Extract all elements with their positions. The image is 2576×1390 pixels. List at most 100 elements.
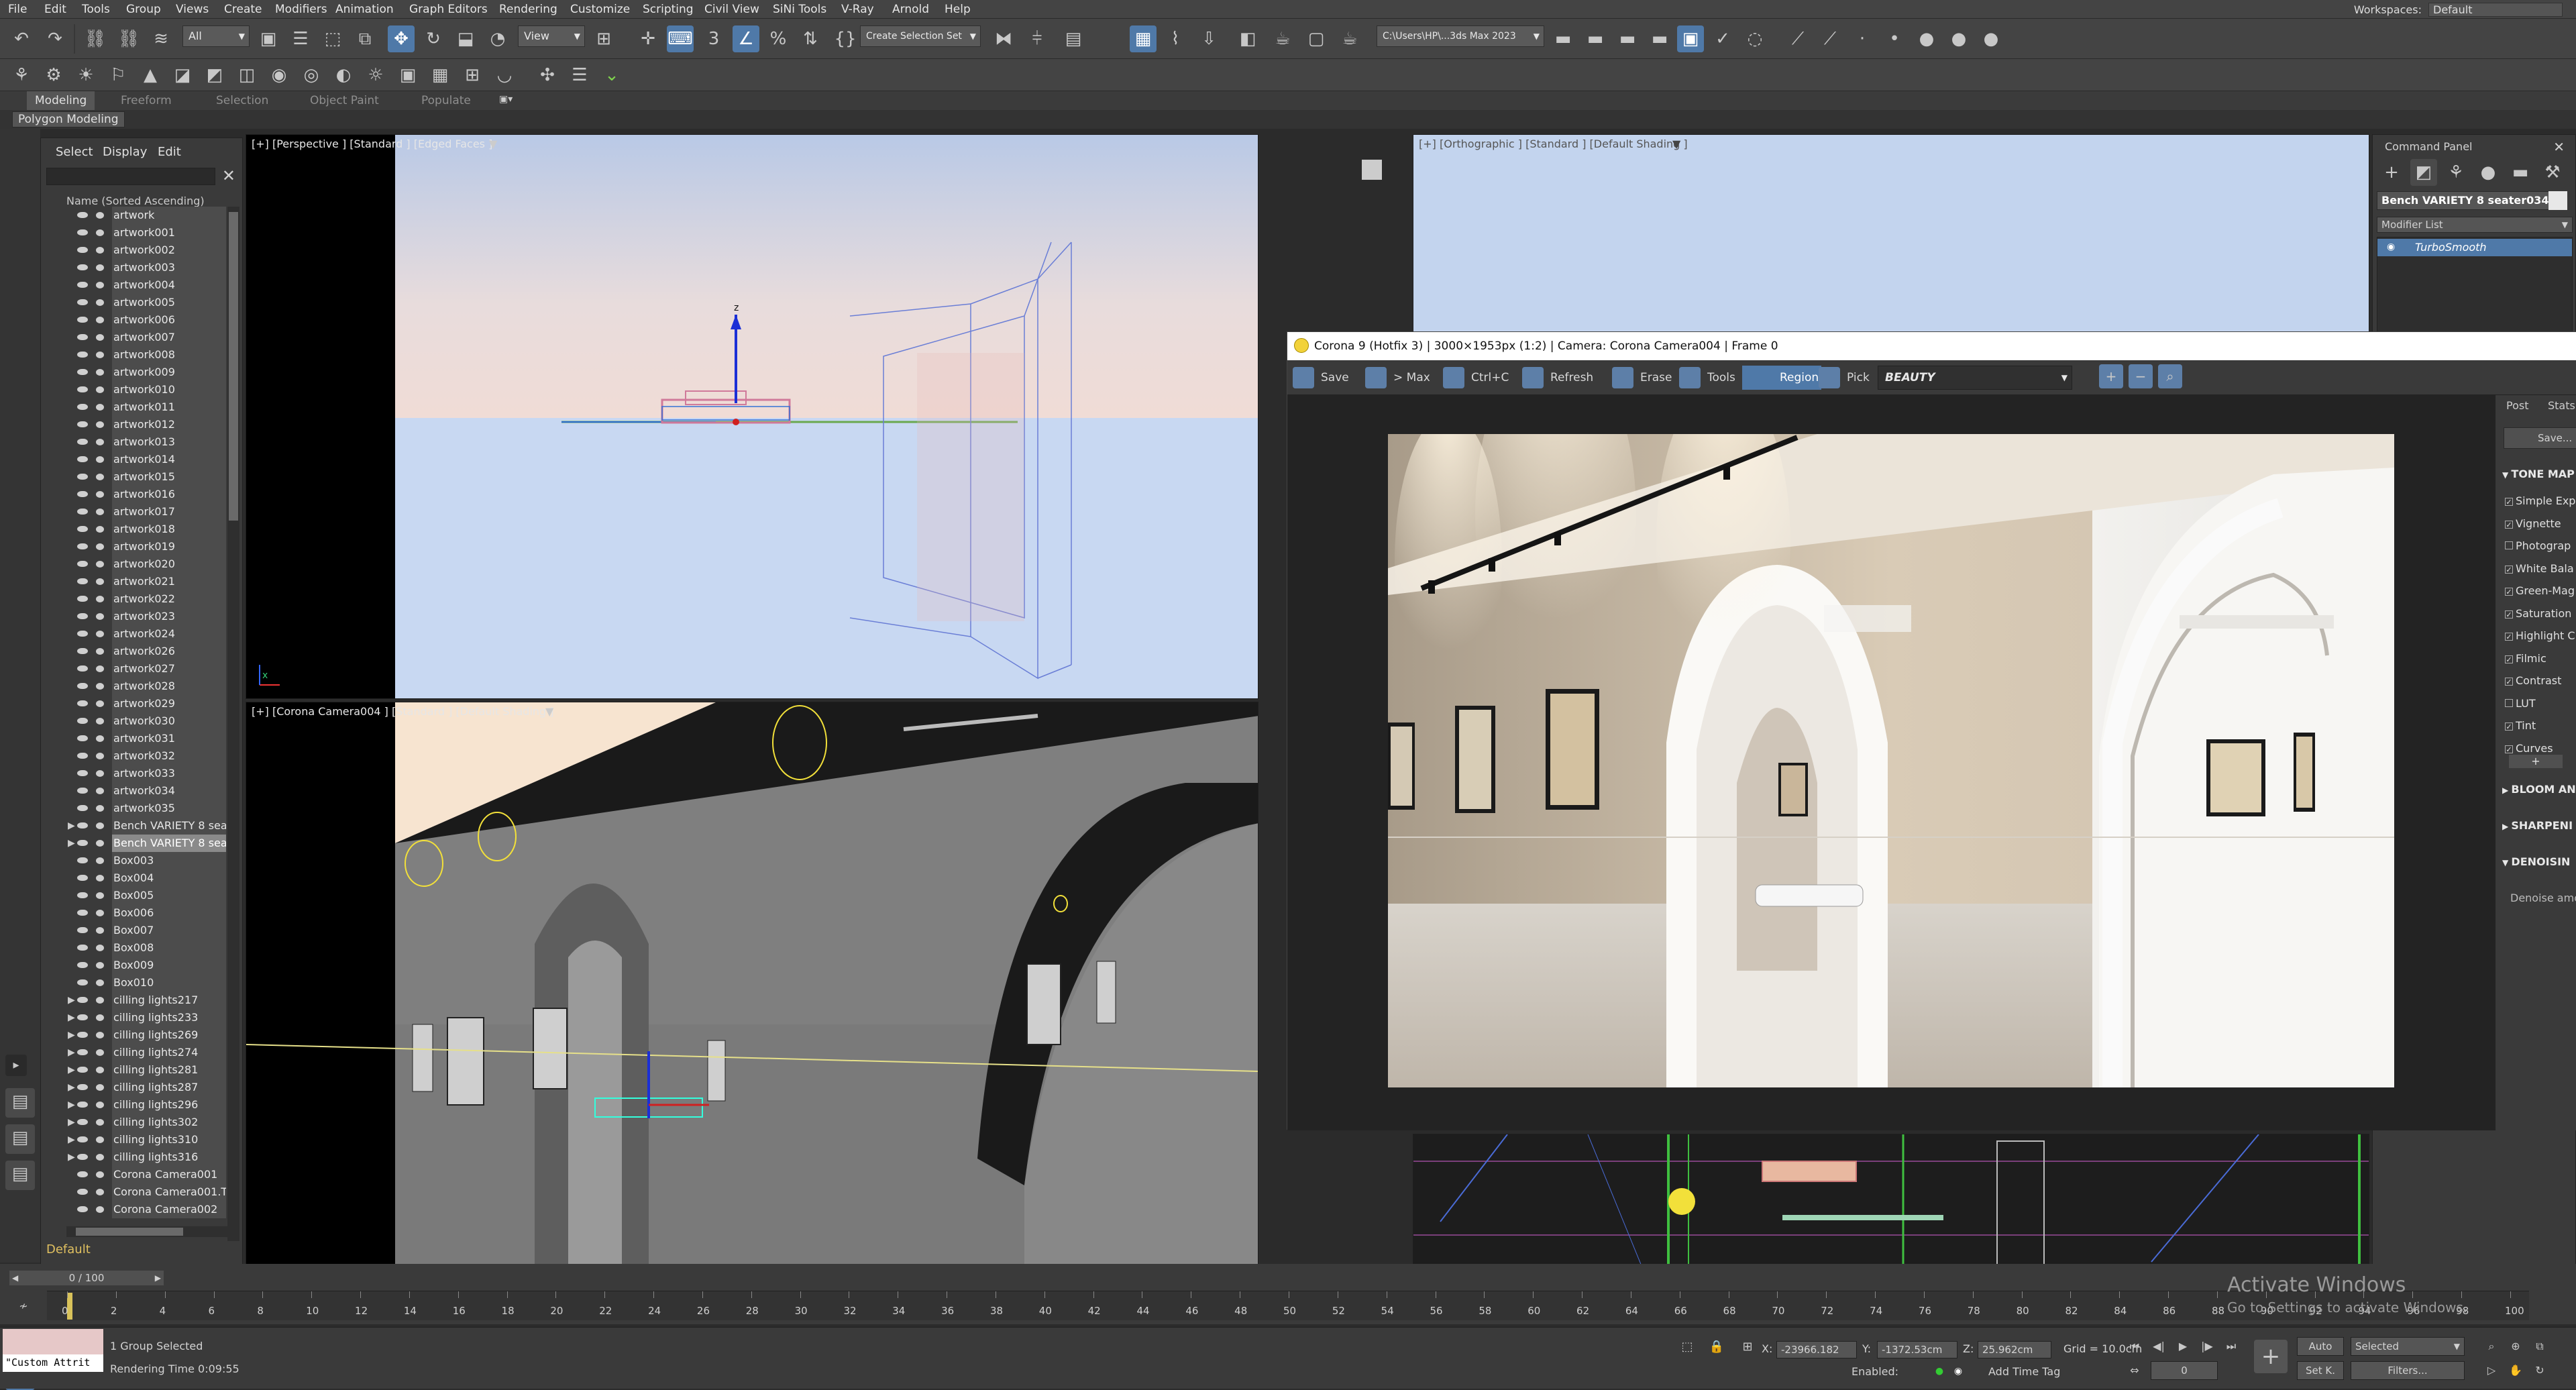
time-tag-icon[interactable]: ◉	[1951, 1364, 1966, 1379]
eye-icon[interactable]	[77, 421, 88, 427]
object-name[interactable]: Box009	[112, 957, 226, 974]
expand-icon[interactable]: ▶	[68, 1079, 75, 1096]
render-toggle-icon[interactable]	[96, 805, 104, 812]
render-toggle-icon[interactable]	[96, 1102, 104, 1108]
eye-icon[interactable]	[77, 1014, 88, 1020]
object-name[interactable]: cilling lights310	[112, 1131, 226, 1148]
bones-icon[interactable]: ⚙	[40, 62, 67, 89]
render-toggle-icon[interactable]	[96, 753, 104, 759]
list-item[interactable]: artwork033	[42, 765, 226, 782]
hierarchy-icon[interactable]: ⚘	[8, 62, 35, 89]
object-name[interactable]: artwork017	[112, 503, 226, 521]
object-name[interactable]: artwork030	[112, 712, 226, 730]
list-item[interactable]: artwork018	[42, 521, 226, 538]
list-item[interactable]: artwork027	[42, 660, 226, 678]
render-production-icon[interactable]: ☕	[1336, 25, 1363, 52]
eye-icon[interactable]	[77, 543, 88, 549]
object-name[interactable]: artwork021	[112, 573, 226, 590]
set-key-icon[interactable]: +	[2254, 1340, 2288, 1373]
object-name[interactable]: artwork034	[112, 782, 226, 800]
expand-icon[interactable]: ▶	[68, 1131, 75, 1148]
eye-icon[interactable]	[77, 1171, 88, 1177]
list-item[interactable]: artwork023	[42, 608, 226, 625]
render-icon[interactable]: ◎	[298, 62, 325, 89]
spinner-snap-icon[interactable]: ⇅	[797, 25, 824, 52]
key-filter-dropdown[interactable]: Selected ▼	[2351, 1337, 2465, 1356]
list-item[interactable]: Box006	[42, 904, 226, 922]
list-item[interactable]: artwork002	[42, 242, 226, 259]
scale-icon[interactable]: ⬓	[452, 25, 479, 52]
undo-icon[interactable]: ↶	[8, 25, 35, 52]
maxscript-listener-pink[interactable]	[3, 1329, 103, 1356]
rect-selection-icon[interactable]: ⬚	[319, 25, 346, 52]
object-name[interactable]: cilling lights287	[112, 1079, 226, 1096]
eye-icon[interactable]	[77, 1154, 88, 1160]
key-filters-button[interactable]: Filters...	[2351, 1361, 2465, 1380]
list-item[interactable]: ▶ cilling lights302	[42, 1114, 226, 1131]
move-icon[interactable]: ✥	[388, 25, 415, 52]
tone-operator-item[interactable]: ✓ Simple Exp	[2505, 494, 2575, 507]
eye-icon[interactable]	[77, 962, 88, 968]
viewport-top[interactable]	[1413, 1134, 2369, 1265]
tone-mapping-header[interactable]: ▼ TONE MAP	[2502, 468, 2575, 480]
dot-small-icon[interactable]: ·	[1849, 25, 1876, 52]
vfb-tab-stats[interactable]: Stats	[2548, 399, 2575, 412]
menu-edit[interactable]: Edit	[44, 3, 66, 16]
object-name[interactable]: Box010	[112, 974, 226, 992]
display-icon[interactable]: ◫	[233, 62, 260, 89]
z-coordinate-field[interactable]: 25.962cm	[1978, 1341, 2051, 1358]
object-name[interactable]: artwork002	[112, 242, 226, 259]
eye-icon[interactable]	[77, 474, 88, 480]
circle-1-icon[interactable]: ●	[1913, 25, 1940, 52]
play-arrow-icon[interactable]: ▸	[5, 1055, 27, 1076]
folder-link-icon[interactable]: ▬	[1646, 25, 1673, 52]
vfb-tomax-button[interactable]: > Max	[1365, 367, 1430, 388]
object-name[interactable]: artwork031	[112, 730, 226, 747]
expand-icon[interactable]: ▶	[68, 1114, 75, 1131]
select-by-name-icon[interactable]: ☰	[287, 25, 314, 52]
eye-icon[interactable]	[77, 334, 88, 340]
eye-icon[interactable]	[77, 299, 88, 305]
menu-sini-tools[interactable]: SiNi Tools	[773, 3, 826, 16]
list-item[interactable]: artwork016	[42, 486, 226, 503]
render-toggle-icon[interactable]	[96, 212, 104, 219]
zoom-icon[interactable]: ⌕	[2482, 1337, 2501, 1356]
expand-icon[interactable]: ▶	[68, 1044, 75, 1061]
object-name[interactable]: cilling lights316	[112, 1148, 226, 1166]
layout-icon[interactable]: ⊞	[459, 62, 486, 89]
list-item[interactable]: artwork004	[42, 276, 226, 294]
menu-file[interactable]: File	[8, 3, 27, 16]
list-item[interactable]: artwork010	[42, 381, 226, 398]
list-item[interactable]: artwork013	[42, 433, 226, 451]
circle-2-icon[interactable]: ●	[1945, 25, 1972, 52]
render-toggle-icon[interactable]	[96, 700, 104, 707]
list-item[interactable]: artwork003	[42, 259, 226, 276]
viewport-orthographic[interactable]: [+] [Orthographic ] [Standard ] [Default…	[1413, 134, 2369, 333]
list-item[interactable]: ▶ cilling lights316	[42, 1148, 226, 1166]
tone-operator-item[interactable]: ✓ Contrast	[2505, 674, 2561, 687]
eye-icon[interactable]	[77, 997, 88, 1003]
modifier-icon[interactable]: ◪	[169, 62, 196, 89]
render-toggle-icon[interactable]	[96, 299, 104, 306]
render-toggle-icon[interactable]	[96, 631, 104, 637]
link-icon[interactable]: ⛓	[82, 25, 109, 52]
percent-snap-icon[interactable]: %	[765, 25, 792, 52]
angle-snap-icon[interactable]: ∠	[733, 25, 759, 52]
vfb-side-save-button[interactable]: Save...	[2504, 427, 2576, 449]
eye-icon[interactable]	[77, 631, 88, 637]
render-toggle-icon[interactable]	[96, 857, 104, 864]
render-toggle-icon[interactable]	[96, 770, 104, 777]
pan-icon[interactable]: ✋	[2506, 1361, 2525, 1380]
render-toggle-icon[interactable]	[96, 718, 104, 725]
explorer-tab-display[interactable]: Display	[103, 145, 147, 159]
eye-icon[interactable]	[77, 910, 88, 916]
ribbon-tab-populate[interactable]: Populate	[421, 94, 471, 107]
adaptive-degradation-icon[interactable]: ●	[1932, 1364, 1947, 1379]
add-time-tag[interactable]: Add Time Tag	[1988, 1365, 2060, 1378]
denoise-header[interactable]: ▼ DENOISIN	[2502, 855, 2570, 868]
camera-viewport-label[interactable]: [+] [Corona Camera004 ] [Standard ] [Def…	[252, 705, 554, 718]
pen-icon[interactable]: ⟋	[1784, 25, 1811, 52]
object-name[interactable]: artwork001	[112, 224, 226, 242]
list-item[interactable]: Box009	[42, 957, 226, 974]
menu-animation[interactable]: Animation	[335, 3, 394, 16]
